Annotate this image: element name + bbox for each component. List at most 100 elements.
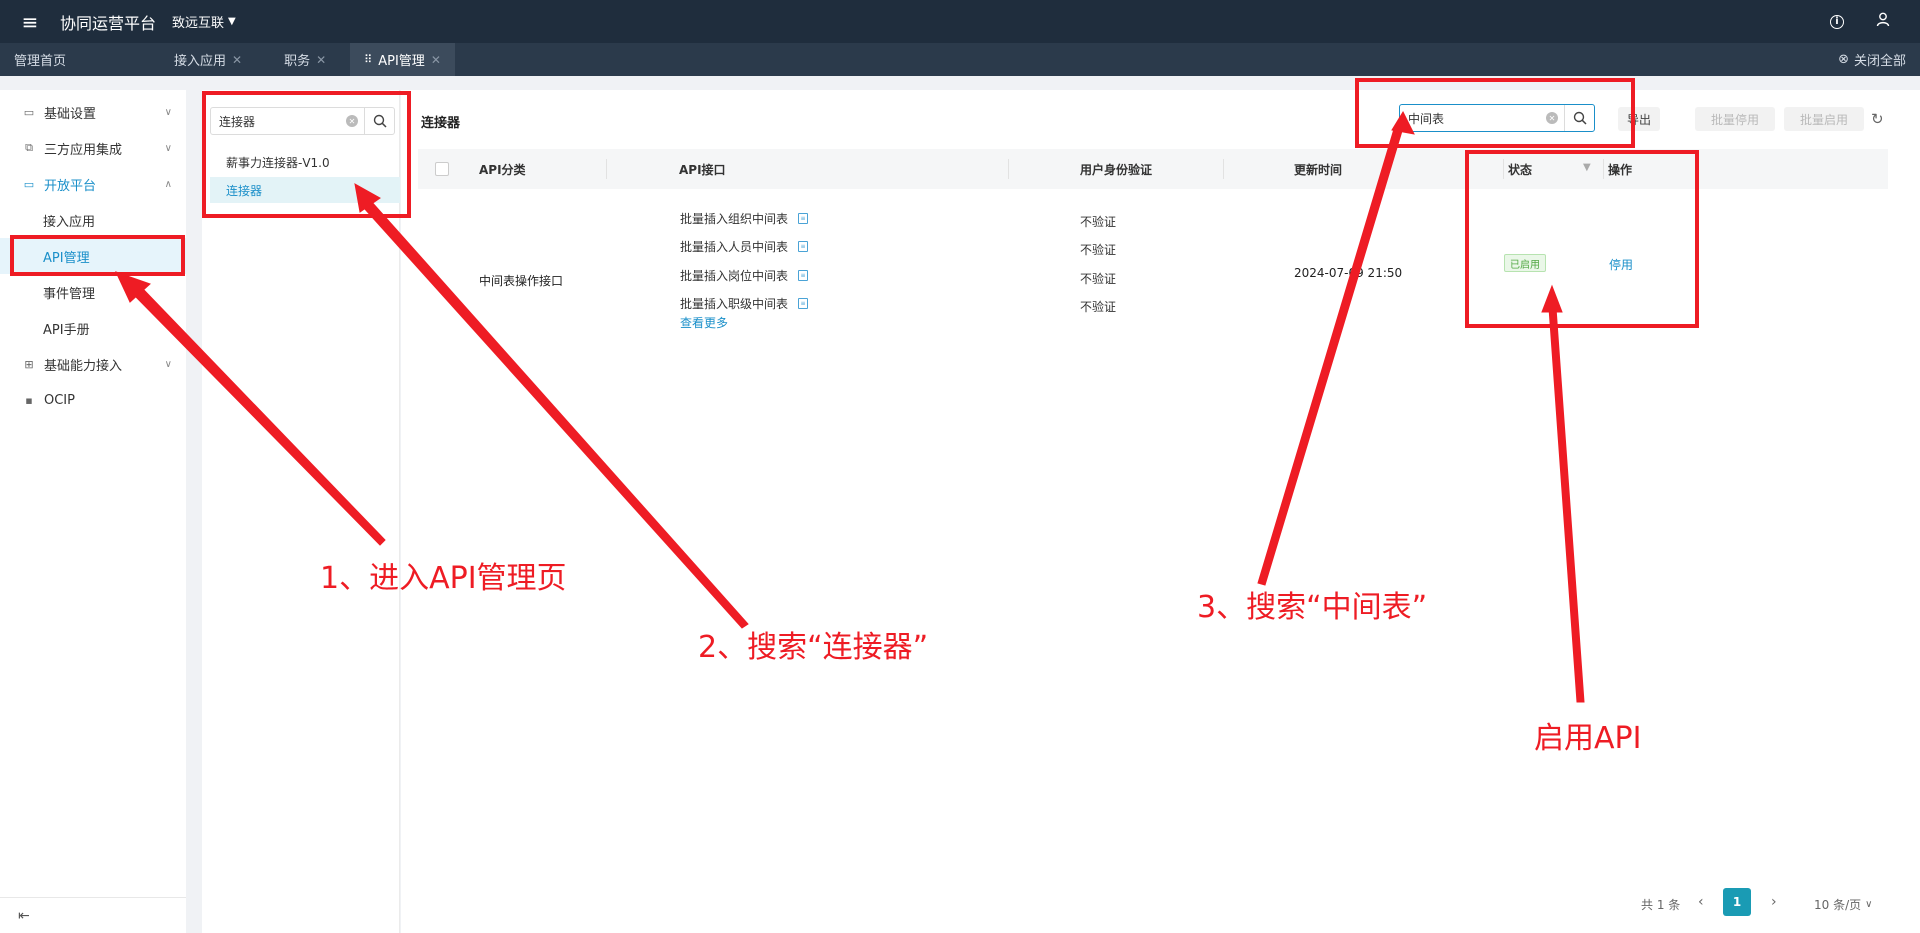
- select-all-checkbox[interactable]: [435, 162, 449, 176]
- document-icon[interactable]: ≡: [798, 298, 809, 309]
- header-ops: 操作: [1608, 162, 1633, 177]
- auth-value: 不验证: [1080, 243, 1117, 257]
- next-page-icon[interactable]: ›: [1771, 894, 1777, 910]
- sidebar-subitem-api-management[interactable]: API管理: [0, 238, 186, 274]
- sidebar-subitem-label: API手册: [43, 322, 90, 338]
- chevron-down-icon: ∨: [1865, 899, 1873, 910]
- sidebar-item-basic-settings[interactable]: ▭ 基础设置 ∨: [0, 94, 186, 130]
- header-updated: 更新时间: [1294, 162, 1343, 177]
- tab-api-management[interactable]: ⠿ API管理 ✕: [350, 43, 455, 76]
- caret-down-icon: ▼: [228, 16, 236, 27]
- org-switcher[interactable]: 致远互联 ▼: [172, 12, 236, 31]
- batch-disable-button[interactable]: 批量停用: [1695, 107, 1775, 131]
- tab-label: API管理: [378, 54, 425, 69]
- category-item[interactable]: 薪事力连接器-V1.0: [210, 149, 400, 175]
- monitor-icon: ▭: [23, 177, 35, 191]
- api-search-input[interactable]: 中间表 ✕: [1399, 104, 1595, 132]
- org-name: 致远互联: [172, 16, 225, 31]
- info-icon[interactable]: i: [1830, 14, 1844, 29]
- sidebar-item-ocip[interactable]: ▪ OCIP: [0, 382, 186, 418]
- sidebar-subitem-label: 事件管理: [43, 286, 96, 302]
- tab-label: 职务: [284, 54, 311, 69]
- sidebar-item-open-platform[interactable]: ▭ 开放平台 ∧: [0, 166, 186, 202]
- sidebar-subitem-api-manual[interactable]: API手册: [0, 310, 186, 346]
- sidebar-item-label: OCIP: [44, 392, 75, 408]
- chevron-down-icon: ∨: [164, 358, 172, 370]
- auth-value: 不验证: [1080, 300, 1117, 314]
- clear-icon[interactable]: ✕: [346, 115, 358, 127]
- api-item: 批量插入人员中间表 ≡: [680, 238, 809, 255]
- integration-icon: ⧉: [25, 141, 33, 154]
- sidebar: ▭ 基础设置 ∨ ⧉ 三方应用集成 ∨ ▭ 开放平台 ∧ 接入应用 API管理 …: [0, 90, 186, 933]
- sidebar-item-label: 开放平台: [44, 178, 97, 194]
- refresh-icon[interactable]: ↻: [1871, 110, 1884, 128]
- category-item-label: 连接器: [226, 183, 263, 198]
- page-number-current[interactable]: 1: [1723, 888, 1751, 916]
- sidebar-item-label: 基础设置: [44, 106, 97, 122]
- api-item: 批量插入职级中间表 ≡: [680, 295, 809, 312]
- category-search-value: 连接器: [219, 114, 256, 129]
- close-icon[interactable]: ✕: [316, 53, 326, 67]
- api-name: 批量插入人员中间表: [680, 240, 789, 254]
- header-auth: 用户身份验证: [1080, 162, 1153, 177]
- clear-icon[interactable]: ✕: [1546, 112, 1558, 124]
- auth-value: 不验证: [1080, 272, 1117, 286]
- chevron-up-icon: ∧: [164, 178, 172, 190]
- monitor-gear-icon: ▭: [23, 105, 35, 119]
- view-more-link[interactable]: 查看更多: [680, 314, 728, 331]
- main-panel: 连接器 中间表 ✕ 导出 批量停用 批量启用 ↻ API分类 API接口 用户身…: [401, 90, 1920, 933]
- annotation-step1: 1、进入API管理页: [320, 561, 567, 596]
- row-category: 中间表操作接口: [479, 274, 564, 288]
- sidebar-item-label: 基础能力接入: [44, 358, 123, 374]
- sidebar-subitem-events[interactable]: 事件管理: [0, 274, 186, 310]
- api-name: 批量插入职级中间表: [680, 297, 789, 311]
- capability-icon: ⊞: [24, 357, 34, 371]
- chevron-down-icon: ∨: [164, 142, 172, 154]
- document-icon[interactable]: ≡: [798, 241, 809, 252]
- search-icon[interactable]: [364, 108, 394, 134]
- annotation-step4: 启用API: [1534, 721, 1642, 756]
- drag-handle-icon[interactable]: ⠿: [364, 53, 372, 66]
- auth-value: 不验证: [1080, 215, 1117, 229]
- prev-page-icon[interactable]: ‹: [1698, 894, 1704, 910]
- category-search-input[interactable]: 连接器 ✕: [210, 107, 395, 135]
- tab-home[interactable]: 管理首页: [0, 43, 80, 76]
- close-circle-icon: ⊗: [1838, 52, 1849, 67]
- header-status: 状态: [1508, 162, 1533, 177]
- status-badge: 已启用: [1504, 254, 1546, 272]
- tab-bar: 管理首页 接入应用 ✕ 职务 ✕ ⠿ API管理 ✕ ⊗ 关闭全部: [0, 43, 1920, 76]
- category-item-label: 薪事力连接器-V1.0: [226, 155, 330, 170]
- user-icon[interactable]: [1876, 12, 1890, 31]
- app-title: 协同运营平台: [60, 13, 157, 33]
- search-icon[interactable]: [1564, 105, 1594, 131]
- close-icon[interactable]: ✕: [431, 53, 441, 67]
- page-size-select[interactable]: 10 条/页 ∨: [1814, 896, 1872, 913]
- hamburger-menu-icon[interactable]: ≡: [0, 0, 60, 43]
- api-name: 批量插入组织中间表: [680, 212, 789, 226]
- sidebar-item-third-party[interactable]: ⧉ 三方应用集成 ∨: [0, 130, 186, 166]
- header-api: API接口: [679, 162, 726, 177]
- sidebar-item-capability[interactable]: ⊞ 基础能力接入 ∨: [0, 346, 186, 382]
- sidebar-subitem-apps[interactable]: 接入应用: [0, 202, 186, 238]
- sidebar-subitem-label: 接入应用: [43, 214, 96, 230]
- document-icon[interactable]: ≡: [798, 270, 809, 281]
- category-item-selected[interactable]: 连接器: [210, 177, 400, 203]
- row-updated: 2024-07-09 21:50: [1294, 266, 1403, 280]
- annotation-step2: 2、搜索“连接器”: [698, 630, 929, 665]
- collapse-sidebar-icon[interactable]: ⇤: [0, 897, 186, 933]
- chevron-down-icon: ∨: [164, 106, 172, 118]
- close-all-button[interactable]: ⊗ 关闭全部: [1838, 43, 1906, 76]
- document-icon[interactable]: ≡: [798, 213, 809, 224]
- filter-icon[interactable]: ▼: [1583, 162, 1591, 173]
- batch-enable-button[interactable]: 批量启用: [1784, 107, 1864, 131]
- tab-apps[interactable]: 接入应用 ✕: [80, 43, 256, 76]
- disable-link[interactable]: 停用: [1609, 256, 1633, 273]
- close-icon[interactable]: ✕: [232, 53, 242, 67]
- page-title: 连接器: [421, 116, 461, 131]
- sidebar-item-label: 三方应用集成: [44, 142, 123, 158]
- sidebar-subitem-label: API管理: [43, 250, 90, 266]
- export-button[interactable]: 导出: [1618, 107, 1660, 131]
- category-panel: 连接器 ✕ 薪事力连接器-V1.0 连接器: [202, 90, 400, 933]
- tab-position[interactable]: 职务 ✕: [256, 43, 340, 76]
- api-item: 批量插入岗位中间表 ≡: [680, 267, 809, 284]
